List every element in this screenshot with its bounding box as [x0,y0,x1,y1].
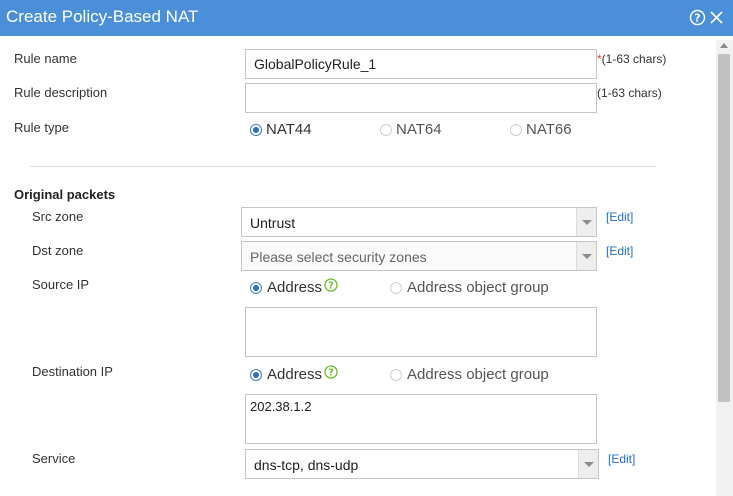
rule-type-nat64-radio[interactable] [380,124,392,136]
rule-type-label: Rule type [14,120,69,135]
service-label: Service [32,451,76,466]
source-ip-object-group-radio[interactable] [390,282,402,294]
dialog-titlebar: Create Policy-Based NAT ? [0,0,733,36]
help-icon[interactable]: ? [689,9,706,26]
service-select[interactable]: dns-tcp, dns-udp [245,449,599,479]
src-zone-select[interactable]: Untrust [241,207,597,237]
rule-type-nat64-label[interactable]: NAT64 [396,121,442,138]
source-ip-textarea[interactable] [245,307,597,357]
svg-text:?: ? [694,12,700,25]
service-edit-link[interactable]: [Edit] [608,452,635,466]
rule-type-nat66-label[interactable]: NAT66 [526,121,572,138]
close-icon[interactable] [708,9,725,26]
rule-description-hint: (1-63 chars) [597,86,662,100]
source-ip-address-label[interactable]: Address [267,279,322,296]
dst-zone-placeholder: Please select security zones [250,249,427,265]
rule-description-label: Rule description [14,85,108,100]
src-zone-value: Untrust [250,215,296,231]
dst-zone-dropdown-button[interactable] [576,242,596,270]
rule-name-input[interactable]: GlobalPolicyRule_1 [245,49,597,79]
chevron-down-icon [582,220,592,225]
chevron-down-icon [582,254,592,259]
dst-zone-label: Dst zone [32,243,84,258]
destination-ip-textarea[interactable]: 202.38.1.2 [245,394,597,444]
rule-description-input[interactable] [245,83,597,113]
source-ip-object-group-label[interactable]: Address object group [407,279,549,296]
rule-type-nat44-radio[interactable] [250,124,262,136]
source-ip-label: Source IP [32,277,90,292]
dst-zone-edit-link[interactable]: [Edit] [606,244,633,258]
destination-ip-value: 202.38.1.2 [250,399,312,414]
service-dropdown-button[interactable] [578,450,598,478]
vertical-scrollbar[interactable] [716,40,733,496]
destination-ip-object-group-label[interactable]: Address object group [407,366,549,383]
destination-ip-help-icon[interactable]: ? [324,365,338,379]
source-ip-help-icon[interactable]: ? [324,278,338,292]
dst-zone-select[interactable]: Please select security zones [241,241,597,271]
scroll-thumb[interactable] [718,54,730,402]
section-divider [30,166,656,167]
destination-ip-address-radio[interactable] [250,369,262,381]
destination-ip-object-group-radio[interactable] [390,369,402,381]
destination-ip-address-label[interactable]: Address [267,366,322,383]
original-packets-heading: Original packets [14,187,116,202]
src-zone-edit-link[interactable]: [Edit] [606,210,633,224]
rule-name-hint-text: (1-63 chars) [601,52,667,66]
destination-ip-label: Destination IP [32,364,113,379]
src-zone-label: Src zone [32,209,84,224]
rule-type-nat44-label[interactable]: NAT44 [266,121,312,138]
svg-text:?: ? [328,281,334,292]
src-zone-dropdown-button[interactable] [576,208,596,236]
svg-text:?: ? [328,368,334,379]
dialog-title: Create Policy-Based NAT [6,7,199,26]
chevron-down-icon [584,462,594,467]
rule-name-value: GlobalPolicyRule_1 [254,56,377,72]
source-ip-address-radio[interactable] [250,282,262,294]
rule-name-label: Rule name [14,51,77,66]
rule-name-hint: *(1-63 chars) [597,52,666,66]
service-value: dns-tcp, dns-udp [254,457,359,473]
scroll-up-arrow-icon[interactable] [720,43,728,48]
rule-type-nat66-radio[interactable] [510,124,522,136]
